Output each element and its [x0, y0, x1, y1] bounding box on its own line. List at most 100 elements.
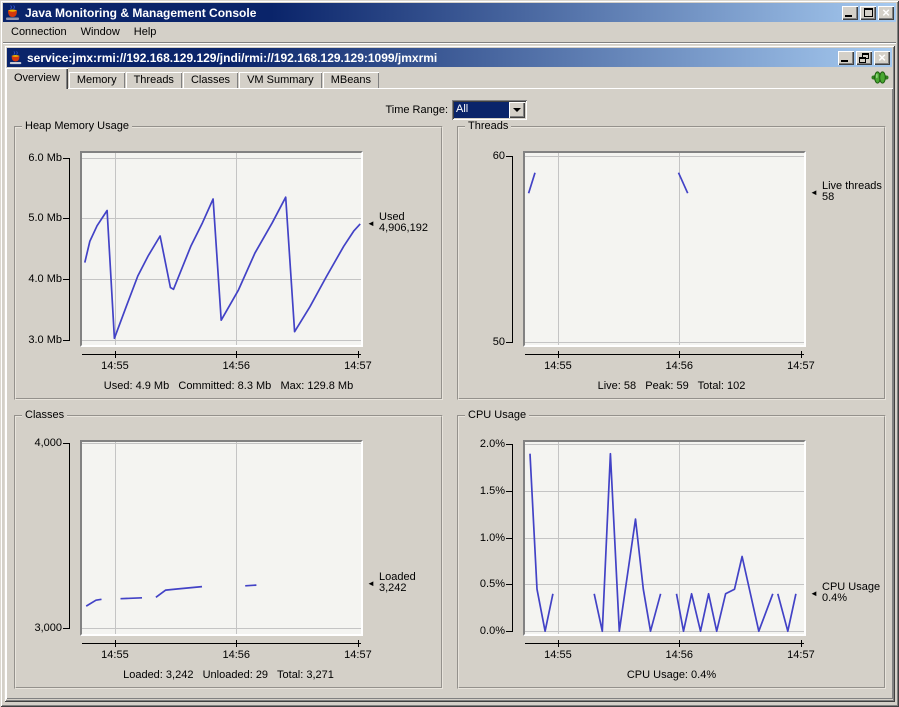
- x-axis-tick-label: 14:56: [666, 649, 694, 661]
- y-axis-tick-label: 1.5%: [459, 485, 505, 497]
- java-cup-icon: [5, 5, 21, 21]
- x-axis-tick-label: 14:55: [101, 360, 129, 372]
- tab-classes[interactable]: Classes: [183, 71, 238, 89]
- chart-body: 2.0%1.5%1.0%0.5%0.0%◄CPU Usage0.4%14:551…: [459, 417, 884, 687]
- tab-vm-summary[interactable]: VM Summary: [239, 71, 322, 89]
- time-range-label: Time Range:: [348, 104, 448, 116]
- x-axis-tick: [236, 640, 237, 647]
- maximize-button[interactable]: [860, 6, 876, 20]
- y-axis-tick-label: 60: [459, 150, 505, 162]
- minimize-button[interactable]: [842, 6, 858, 20]
- internal-frame-title: service:jmx:rmi://192.168.129.129/jndi/r…: [27, 51, 836, 65]
- internal-frame-title-bar[interactable]: service:jmx:rmi://192.168.129.129/jndi/r…: [7, 48, 892, 67]
- series-line: [529, 173, 535, 194]
- minimize-icon: [845, 15, 852, 17]
- plot-canvas: [525, 442, 804, 634]
- indicator-arrow-icon: ◄: [810, 590, 818, 598]
- java-cup-icon: [9, 51, 23, 65]
- tab-overview[interactable]: Overview: [6, 67, 68, 89]
- close-icon: ×: [882, 7, 890, 19]
- series-line: [594, 454, 660, 632]
- y-axis-tick: [506, 342, 513, 343]
- tab-mbeans[interactable]: MBeans: [323, 71, 379, 89]
- plot-canvas: [82, 153, 361, 345]
- menu-item-connection[interactable]: Connection: [4, 23, 74, 41]
- x-axis: [525, 354, 804, 355]
- chart-summary: Loaded: 3,242 Unloaded: 29 Total: 3,271: [16, 669, 441, 681]
- series-line: [530, 454, 553, 632]
- x-axis-tick: [115, 351, 116, 358]
- cpu-usage-panel: CPU Usage 2.0%1.5%1.0%0.5%0.0%◄CPU Usage…: [457, 415, 886, 689]
- x-axis-tick-label: 14:56: [666, 360, 694, 372]
- y-axis-tick-label: 5.0 Mb: [16, 212, 62, 224]
- x-axis-tick-label: 14:55: [544, 360, 572, 372]
- plot-area: [523, 151, 806, 347]
- y-axis-tick-label: 3.0 Mb: [16, 334, 62, 346]
- x-axis-tick-label: 14:57: [344, 649, 372, 661]
- y-axis-tick-label: 2.0%: [459, 438, 505, 450]
- x-axis-tick: [558, 640, 559, 647]
- x-axis-tick-label: 14:56: [223, 360, 251, 372]
- y-axis: [512, 444, 513, 631]
- x-axis-tick: [801, 640, 802, 647]
- y-axis: [69, 443, 70, 628]
- x-axis-tick: [679, 640, 680, 647]
- window-title: Java Monitoring & Management Console: [25, 6, 840, 20]
- y-axis-tick-label: 1.0%: [459, 532, 505, 544]
- indicator-label: Live threads58: [822, 181, 882, 203]
- plot-canvas: [525, 153, 804, 345]
- indicator-arrow-icon: ◄: [810, 189, 818, 197]
- tab-memory[interactable]: Memory: [69, 71, 125, 89]
- plot-canvas: [82, 442, 361, 634]
- classes-panel: Classes 4,0003,000◄Loaded3,24214:5514:56…: [14, 415, 443, 689]
- plot-area: [523, 440, 806, 636]
- menu-item-window[interactable]: Window: [74, 23, 127, 41]
- heap-memory-usage-panel: Heap Memory Usage 6.0 Mb5.0 Mb4.0 Mb3.0 …: [14, 126, 443, 400]
- indicator-arrow-icon: ◄: [367, 580, 375, 588]
- menu-bar: Connection Window Help: [3, 22, 896, 43]
- y-axis-tick-label: 0.5%: [459, 578, 505, 590]
- time-range-combobox[interactable]: All: [452, 100, 527, 120]
- y-axis-tick-label: 4,000: [16, 437, 62, 449]
- title-bar[interactable]: Java Monitoring & Management Console ×: [3, 3, 896, 22]
- chevron-down-icon: [513, 108, 521, 112]
- x-axis-tick-label: 14:57: [344, 360, 372, 372]
- indicator-value: 58: [822, 192, 882, 203]
- maximize-icon: [864, 8, 873, 17]
- x-axis-tick: [801, 351, 802, 358]
- menu-item-help[interactable]: Help: [127, 23, 164, 41]
- x-axis-tick-label: 14:57: [787, 649, 815, 661]
- x-axis-tick: [236, 351, 237, 358]
- indicator-value: 4,906,192: [379, 223, 428, 234]
- series-line: [121, 598, 143, 599]
- main-window: Java Monitoring & Management Console × C…: [0, 0, 899, 707]
- close-icon: ×: [878, 52, 886, 64]
- close-button[interactable]: ×: [878, 6, 894, 20]
- y-axis-tick-label: 3,000: [16, 622, 62, 634]
- tab-threads[interactable]: Threads: [126, 71, 182, 89]
- plot-area: [80, 151, 363, 347]
- x-axis: [525, 643, 804, 644]
- x-axis: [82, 354, 361, 355]
- x-axis-tick: [358, 351, 359, 358]
- x-axis-tick-label: 14:55: [544, 649, 572, 661]
- x-axis-tick-label: 14:55: [101, 649, 129, 661]
- y-axis-tick: [63, 340, 70, 341]
- chart-body: 4,0003,000◄Loaded3,24214:5514:5614:57Loa…: [16, 417, 441, 687]
- y-axis: [512, 156, 513, 342]
- chart-summary: Used: 4.9 Mb Committed: 8.3 Mb Max: 129.…: [16, 380, 441, 392]
- internal-restore-button[interactable]: [856, 51, 872, 65]
- x-axis-tick: [679, 351, 680, 358]
- combo-dropdown-button[interactable]: [509, 102, 525, 118]
- y-axis-tick: [506, 631, 513, 632]
- time-range-selected-value[interactable]: All: [454, 102, 509, 118]
- indicator-label: Loaded3,242: [379, 572, 416, 594]
- x-axis-tick-label: 14:57: [787, 360, 815, 372]
- indicator-label: CPU Usage0.4%: [822, 582, 880, 604]
- y-axis-tick: [63, 628, 70, 629]
- chart-summary: Live: 58 Peak: 59 Total: 102: [459, 380, 884, 392]
- internal-minimize-button[interactable]: [838, 51, 854, 65]
- internal-close-button[interactable]: ×: [874, 51, 890, 65]
- series-line: [86, 599, 101, 606]
- x-axis-tick: [358, 640, 359, 647]
